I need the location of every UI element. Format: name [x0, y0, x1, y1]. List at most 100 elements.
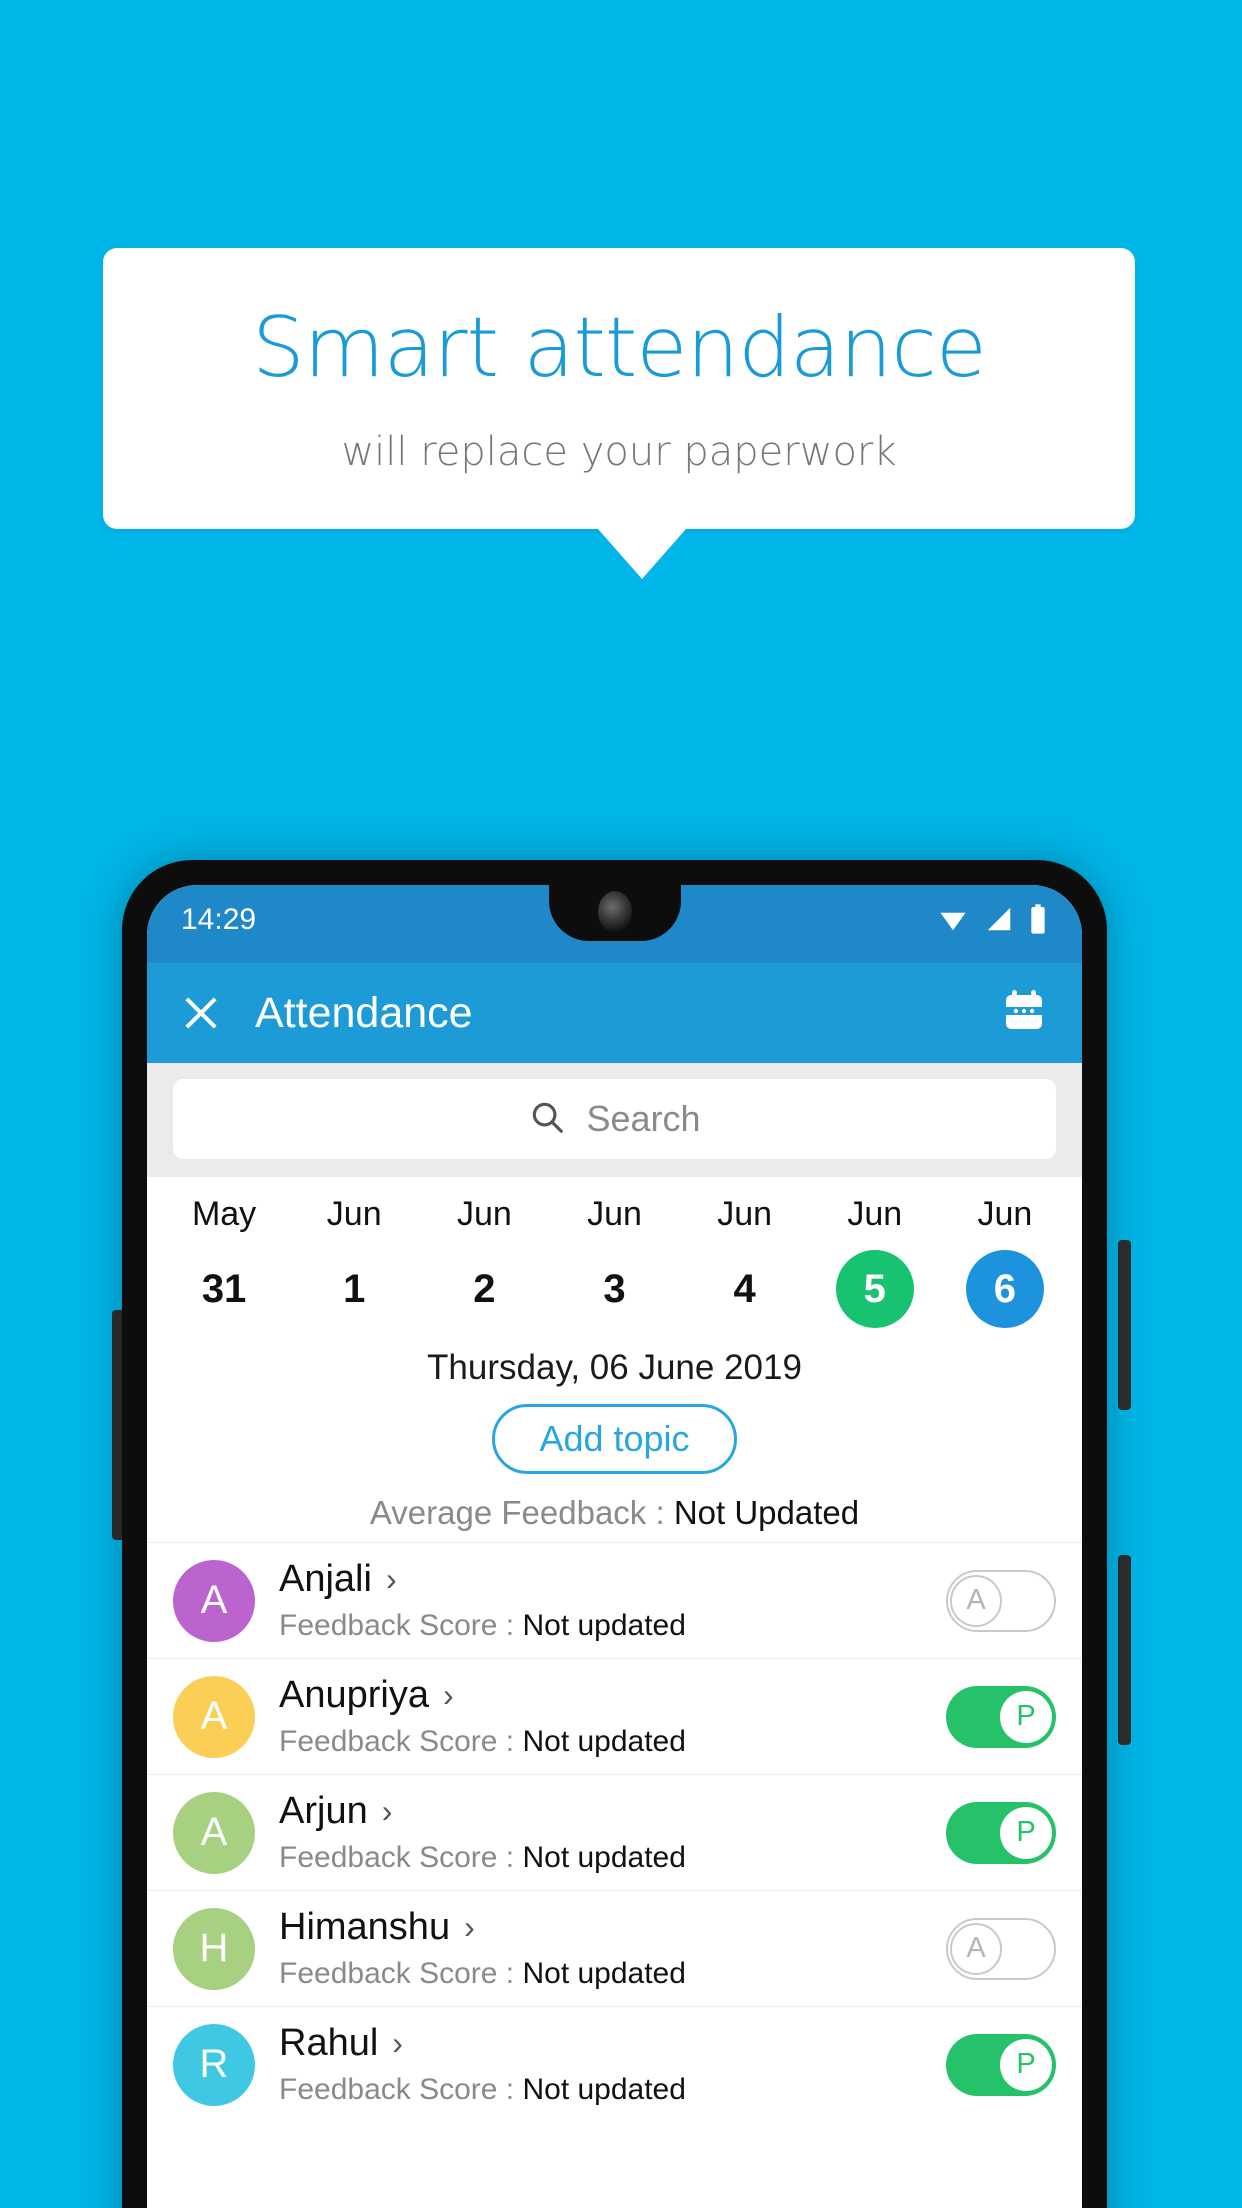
date-cell[interactable]: Jun 6: [940, 1195, 1070, 1328]
date-day: 4: [733, 1267, 756, 1311]
date-day: 1: [343, 1267, 366, 1311]
date-cell[interactable]: Jun 3: [549, 1195, 679, 1328]
chevron-right-icon[interactable]: ›: [464, 1909, 475, 1946]
date-cell[interactable]: Jun 4: [680, 1195, 810, 1328]
promo-subtitle: will replace your paperwork: [341, 429, 897, 475]
student-name: Arjun: [279, 1790, 368, 1832]
attendance-toggle-knob: A: [950, 1574, 1002, 1627]
feedback-score-value: Not updated: [522, 1841, 686, 1874]
date-month: May: [191, 1195, 257, 1233]
student-info: Arjun › Feedback Score : Not updated: [279, 1790, 922, 1875]
feedback-score: Feedback Score : Not updated: [279, 1609, 922, 1643]
feedback-score: Feedback Score : Not updated: [279, 2073, 922, 2107]
phone-screen: 14:29 Attendance Search May 31 Jun 1 Jun…: [147, 885, 1082, 2208]
attendance-toggle[interactable]: P: [946, 1801, 1056, 1864]
battery-icon: [1028, 903, 1048, 940]
promo-card: Smart attendance will replace your paper…: [103, 248, 1135, 529]
student-info: Anupriya › Feedback Score : Not updated: [279, 1674, 922, 1759]
feedback-score-label: Feedback Score :: [279, 1841, 523, 1874]
student-row[interactable]: A Anupriya › Feedback Score : Not updated P: [147, 1658, 1082, 1774]
feedback-score: Feedback Score : Not updated: [279, 1841, 922, 1875]
status-time: 14:29: [181, 903, 257, 936]
phone-notch: [548, 885, 681, 941]
average-feedback: Average Feedback : Not Updated: [147, 1494, 1082, 1532]
student-name: Rahul: [279, 2022, 379, 2064]
status-bar: 14:29: [147, 885, 1082, 963]
status-icons: [936, 903, 1048, 940]
feedback-score-value: Not updated: [522, 1609, 686, 1642]
promo-banner: Smart attendance will replace your paper…: [103, 248, 1135, 579]
chevron-right-icon[interactable]: ›: [382, 1793, 393, 1830]
student-name-row: Arjun ›: [279, 1790, 922, 1833]
chevron-right-icon[interactable]: ›: [386, 1561, 397, 1598]
date-cell[interactable]: Jun 5: [810, 1195, 940, 1328]
date-strip: May 31 Jun 1 Jun 2 Jun 3 Jun 4 Jun 5 Jun 6: [147, 1177, 1082, 1334]
app-bar: Attendance: [147, 963, 1082, 1063]
student-row[interactable]: R Rahul › Feedback Score : Not updated P: [147, 2006, 1082, 2122]
signal-icon: [984, 904, 1014, 939]
date-month: Jun: [326, 1195, 382, 1233]
front-camera: [597, 891, 632, 933]
date-cell[interactable]: Jun 1: [289, 1195, 419, 1328]
student-name: Anjali: [279, 1558, 372, 1600]
feedback-score-value: Not updated: [522, 2073, 686, 2106]
attendance-toggle-knob: P: [1000, 2038, 1052, 2091]
student-name: Anupriya: [279, 1674, 429, 1716]
chevron-right-icon[interactable]: ›: [443, 1677, 454, 1714]
selected-date-label: Thursday, 06 June 2019: [427, 1348, 802, 1387]
search-input[interactable]: Search: [173, 1079, 1056, 1159]
phone-power-button[interactable]: [1118, 1555, 1131, 1745]
date-month: Jun: [456, 1195, 512, 1233]
date-month: Jun: [587, 1195, 642, 1233]
average-feedback-label: Average Feedback :: [369, 1494, 674, 1531]
student-row[interactable]: A Anjali › Feedback Score : Not updated A: [147, 1542, 1082, 1658]
date-day: 2: [473, 1267, 496, 1311]
date-month: Jun: [717, 1195, 773, 1233]
attendance-toggle-knob: A: [950, 1922, 1002, 1975]
feedback-score-label: Feedback Score :: [279, 1725, 523, 1758]
student-name: Himanshu: [279, 1906, 451, 1948]
student-info: Rahul › Feedback Score : Not updated: [279, 2022, 922, 2107]
feedback-score-label: Feedback Score :: [279, 1957, 523, 1990]
add-topic-wrap: Add topic: [147, 1404, 1082, 1474]
avatar: A: [173, 1559, 255, 1642]
student-name-row: Rahul ›: [279, 2022, 922, 2065]
attendance-toggle[interactable]: P: [946, 2033, 1056, 2096]
attendance-toggle-knob: P: [1000, 1806, 1052, 1859]
close-icon[interactable]: [181, 993, 221, 1033]
phone-volume-button-right[interactable]: [1118, 1240, 1131, 1410]
date-month: Jun: [977, 1195, 1033, 1233]
average-feedback-value: Not Updated: [673, 1494, 860, 1531]
student-row[interactable]: A Arjun › Feedback Score : Not updated P: [147, 1774, 1082, 1890]
date-cell[interactable]: Jun 2: [419, 1195, 549, 1328]
feedback-score-value: Not updated: [522, 1957, 686, 1990]
promo-bubble-tail: [598, 529, 686, 579]
search-placeholder: Search: [586, 1098, 701, 1139]
date-day: 5: [835, 1250, 914, 1328]
add-topic-button[interactable]: Add topic: [492, 1404, 737, 1474]
attendance-toggle[interactable]: A: [946, 1917, 1056, 1980]
feedback-score-label: Feedback Score :: [279, 1609, 523, 1642]
attendance-toggle[interactable]: P: [946, 1685, 1056, 1748]
promo-title: Smart attendance: [252, 299, 987, 396]
date-day: 31: [201, 1267, 247, 1311]
calendar-icon[interactable]: [1000, 987, 1048, 1040]
attendance-toggle-knob: P: [1000, 1690, 1052, 1743]
avatar: A: [173, 1791, 255, 1874]
avatar: H: [173, 1907, 255, 1990]
avatar: A: [173, 1675, 255, 1758]
student-info: Himanshu › Feedback Score : Not updated: [279, 1906, 922, 1991]
feedback-score: Feedback Score : Not updated: [279, 1957, 922, 1991]
student-list: A Anjali › Feedback Score : Not updated A A An…: [147, 1542, 1082, 2122]
avatar: R: [173, 2023, 255, 2106]
student-name-row: Himanshu ›: [279, 1906, 922, 1949]
date-day: 6: [965, 1250, 1044, 1328]
date-cell[interactable]: May 31: [159, 1195, 289, 1328]
date-day: 3: [603, 1267, 626, 1311]
student-row[interactable]: H Himanshu › Feedback Score : Not updated A: [147, 1890, 1082, 2006]
student-info: Anjali › Feedback Score : Not updated: [279, 1558, 922, 1643]
wifi-icon: [936, 904, 970, 939]
attendance-toggle[interactable]: A: [946, 1569, 1056, 1632]
chevron-right-icon[interactable]: ›: [392, 2025, 403, 2062]
student-name-row: Anjali ›: [279, 1558, 922, 1601]
